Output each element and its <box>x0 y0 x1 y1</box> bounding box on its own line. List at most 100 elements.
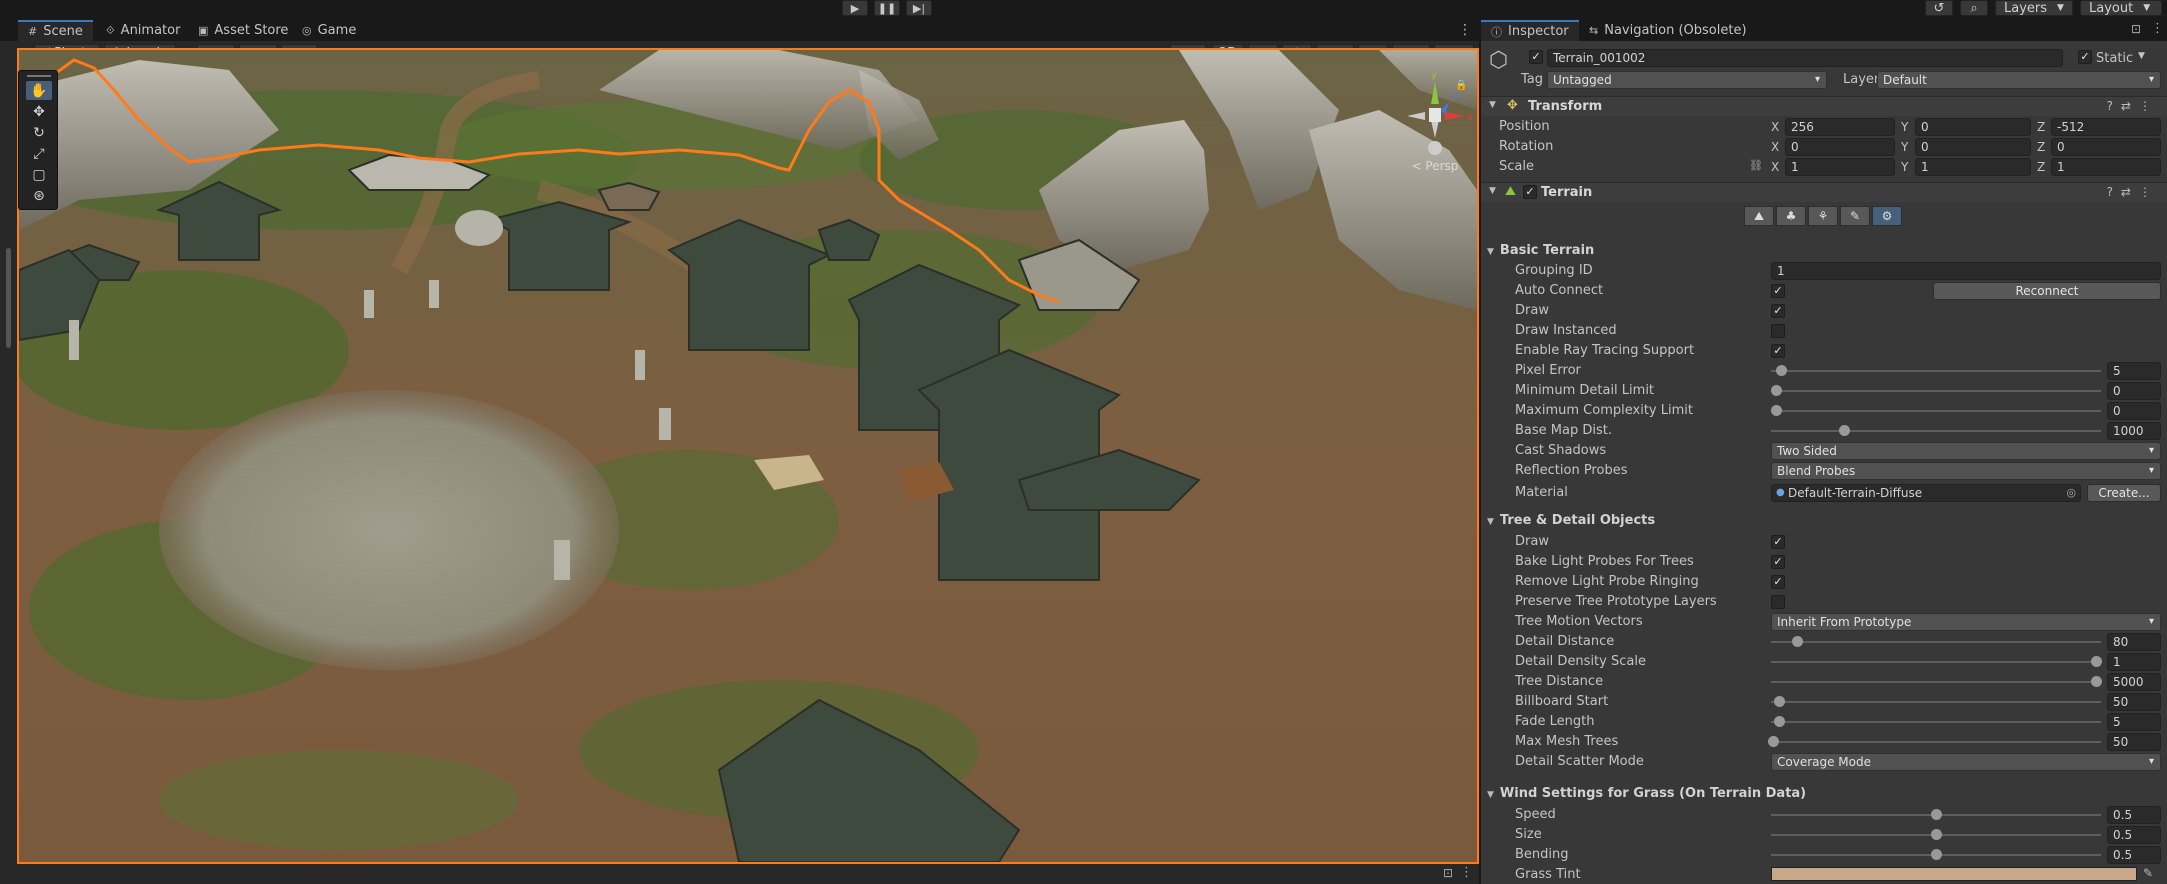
more-menu-icon[interactable]: ⋮ <box>2151 21 2164 36</box>
lock-icon[interactable]: ⊡ <box>1443 866 1453 880</box>
layout-dropdown[interactable]: Layout ▼ <box>2080 0 2162 16</box>
basic-terrain-section[interactable]: ▼ Basic Terrain <box>1487 243 1594 258</box>
hand-tool[interactable]: ✋ <box>26 81 52 100</box>
terrain-tools-button[interactable]: ✎ <box>1840 206 1870 226</box>
wind-size-field[interactable]: 0.5 <box>2107 826 2161 844</box>
tree-distance-field[interactable]: 5000 <box>2107 673 2161 691</box>
base-map-thumb[interactable] <box>1838 425 1850 436</box>
tree-distance-thumb[interactable] <box>2091 676 2102 687</box>
min-detail-field[interactable]: 0 <box>2107 382 2161 400</box>
position-z-field[interactable]: -512 <box>2051 118 2161 136</box>
layer-dropdown[interactable]: Default <box>1877 71 2161 89</box>
billboard-field[interactable]: 50 <box>2107 693 2161 711</box>
play-button[interactable]: ▶ <box>842 0 868 16</box>
rotation-z-field[interactable]: 0 <box>2051 138 2161 156</box>
scale-z-field[interactable]: 1 <box>2051 158 2161 176</box>
grass-tint-color-field[interactable] <box>1771 867 2137 881</box>
ray-tracing-checkbox[interactable]: ✓ <box>1771 344 1785 358</box>
tab-scene[interactable]: # Scene <box>18 20 93 41</box>
more-menu-icon[interactable]: ⋮ <box>1458 22 1472 38</box>
more-menu-icon[interactable]: ⋮ <box>1460 865 1473 880</box>
scene-viewport[interactable] <box>17 48 1479 864</box>
reconnect-button[interactable]: Reconnect <box>1933 282 2161 300</box>
object-name-field[interactable]: Terrain_001002 <box>1547 49 2063 67</box>
wind-bending-thumb[interactable] <box>1931 849 1942 860</box>
bake-probes-checkbox[interactable]: ✓ <box>1771 555 1785 569</box>
scale-x-field[interactable]: 1 <box>1785 158 1895 176</box>
tab-game[interactable]: ◎ Game <box>292 20 366 41</box>
eyedropper-icon[interactable]: ✎ <box>2143 866 2153 880</box>
tab-inspector[interactable]: ⓘ Inspector <box>1481 20 1579 41</box>
chevron-down-icon[interactable]: ▼ <box>2138 51 2145 61</box>
position-y-field[interactable]: 0 <box>1915 118 2031 136</box>
move-tool[interactable]: ✥ <box>26 102 52 121</box>
motion-vectors-dropdown[interactable]: Inherit From Prototype <box>1771 613 2161 631</box>
palette-handle[interactable] <box>27 75 51 77</box>
rect-tool[interactable]: ▢ <box>26 165 52 184</box>
min-detail-track[interactable] <box>1771 390 2101 392</box>
billboard-track[interactable] <box>1771 701 2101 703</box>
pixel-error-thumb[interactable] <box>1775 365 1787 376</box>
perspective-label[interactable]: < Persp <box>1395 159 1475 173</box>
terrain-header[interactable]: ▼ ⛰ ✓ Terrain ?⇄⋮ <box>1481 182 2167 202</box>
transform-tool[interactable]: ⊛ <box>26 186 52 205</box>
max-complexity-track[interactable] <box>1771 410 2101 412</box>
history-button[interactable]: ↺ <box>1925 0 1953 16</box>
tab-asset-store[interactable]: ▣ Asset Store <box>188 20 298 41</box>
static-checkbox[interactable]: ✓ <box>2078 50 2092 64</box>
step-button[interactable]: ▶| <box>906 0 932 16</box>
min-detail-thumb[interactable] <box>1771 385 1782 396</box>
tag-dropdown[interactable]: Untagged <box>1547 71 1827 89</box>
rotation-y-field[interactable]: 0 <box>1915 138 2031 156</box>
max-complexity-field[interactable]: 0 <box>2107 402 2161 420</box>
terrain-enabled-checkbox[interactable]: ✓ <box>1523 185 1537 199</box>
grouping-id-field[interactable]: 1 <box>1771 262 2161 280</box>
raise-terrain-button[interactable]: ⛰ <box>1744 206 1774 226</box>
paint-trees-button[interactable]: ♣ <box>1776 206 1806 226</box>
reflection-dropdown[interactable]: Blend Probes <box>1771 462 2161 480</box>
wind-settings-section[interactable]: ▼ Wind Settings for Grass (On Terrain Dat… <box>1487 786 1806 801</box>
pause-button[interactable]: ❚❚ <box>874 0 900 16</box>
scatter-mode-dropdown[interactable]: Coverage Mode <box>1771 753 2161 771</box>
max-mesh-thumb[interactable] <box>1767 736 1779 747</box>
base-map-track[interactable] <box>1771 430 2101 432</box>
material-field[interactable]: ● Default-Terrain-Diffuse ◎ <box>1771 484 2081 502</box>
lock-icon[interactable]: ⊡ <box>2131 22 2141 36</box>
link-icon[interactable]: ⛓ <box>1749 159 1763 172</box>
wind-bending-field[interactable]: 0.5 <box>2107 846 2161 864</box>
fade-length-thumb[interactable] <box>1774 716 1786 727</box>
component-menu-icons[interactable]: ?⇄⋮ <box>2107 99 2159 113</box>
detail-density-track[interactable] <box>1771 661 2101 663</box>
max-mesh-track[interactable] <box>1771 741 2101 743</box>
tree-draw-checkbox[interactable]: ✓ <box>1771 535 1785 549</box>
search-button[interactable]: ⌕ <box>1960 0 1988 16</box>
create-material-button[interactable]: Create... <box>2087 484 2161 502</box>
remove-ringing-checkbox[interactable]: ✓ <box>1771 575 1785 589</box>
base-map-field[interactable]: 1000 <box>2107 422 2161 440</box>
tab-navigation[interactable]: ⇆ Navigation (Obsolete) <box>1579 20 1757 41</box>
pixel-error-field[interactable]: 5 <box>2107 362 2161 380</box>
rotate-tool[interactable]: ↻ <box>26 123 52 142</box>
draw-instanced-checkbox[interactable] <box>1771 324 1785 338</box>
fade-length-field[interactable]: 5 <box>2107 713 2161 731</box>
component-menu-icons[interactable]: ?⇄⋮ <box>2107 185 2159 199</box>
detail-distance-track[interactable] <box>1771 641 2101 643</box>
max-mesh-field[interactable]: 50 <box>2107 733 2161 751</box>
position-x-field[interactable]: 256 <box>1785 118 1895 136</box>
transform-header[interactable]: ▼ ✥ Transform ?⇄⋮ <box>1481 96 2167 116</box>
cast-shadows-dropdown[interactable]: Two Sided <box>1771 442 2161 460</box>
tree-distance-track[interactable] <box>1771 681 2101 683</box>
rotation-x-field[interactable]: 0 <box>1785 138 1895 156</box>
detail-density-thumb[interactable] <box>2091 656 2102 667</box>
vertical-scrollbar[interactable] <box>6 248 11 348</box>
preserve-layers-checkbox[interactable] <box>1771 595 1785 609</box>
auto-connect-checkbox[interactable]: ✓ <box>1771 284 1785 298</box>
paint-details-button[interactable]: ⚘ <box>1808 206 1838 226</box>
tree-detail-section[interactable]: ▼ Tree & Detail Objects <box>1487 513 1655 528</box>
billboard-thumb[interactable] <box>1774 696 1786 707</box>
active-checkbox[interactable]: ✓ <box>1529 50 1543 64</box>
fade-length-track[interactable] <box>1771 721 2101 723</box>
max-complexity-thumb[interactable] <box>1771 405 1782 416</box>
draw-checkbox[interactable]: ✓ <box>1771 304 1785 318</box>
wind-size-thumb[interactable] <box>1931 829 1942 840</box>
